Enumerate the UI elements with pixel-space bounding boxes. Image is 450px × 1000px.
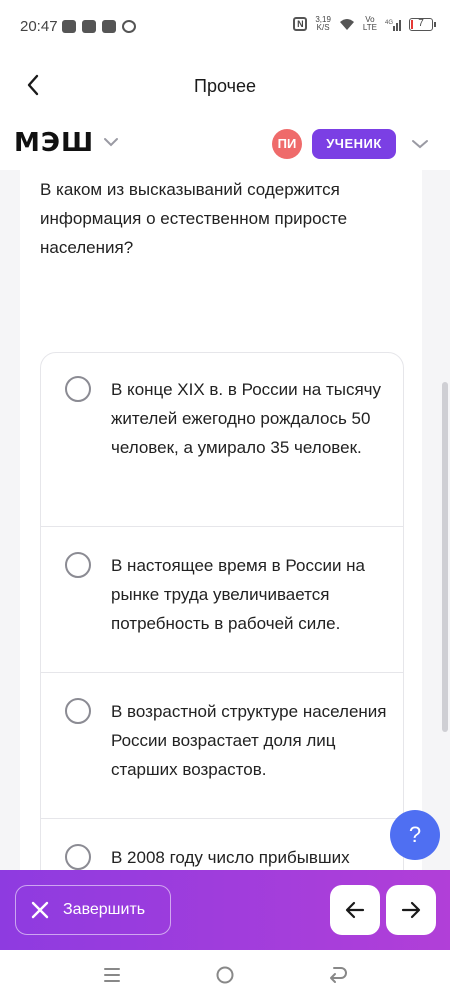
help-button[interactable]: ?: [390, 810, 440, 860]
mesh-logo: МЭШ: [14, 128, 95, 158]
menu-icon[interactable]: [100, 964, 124, 986]
finish-button-label: Завершить: [63, 901, 146, 918]
answer-option[interactable]: В возрастной структуре населения России …: [41, 673, 403, 819]
answer-option[interactable]: В конце XIX в. в России на тысячу жителе…: [41, 353, 403, 527]
signal-icon: 4G: [385, 19, 401, 31]
network-type: Vo LTE: [362, 15, 377, 32]
next-question-button[interactable]: [386, 885, 436, 935]
wifi-icon: [339, 18, 354, 30]
chevron-down-icon[interactable]: [102, 136, 120, 148]
system-back-icon[interactable]: [326, 964, 350, 986]
previous-question-button[interactable]: [330, 885, 380, 935]
brand-row: МЭШ ПИ УЧЕНИК: [0, 120, 450, 170]
app-header: Прочее: [0, 56, 450, 116]
close-icon: [31, 901, 49, 919]
bottom-action-bar: Завершить: [0, 870, 450, 950]
status-right: N 3,19 K/S Vo LTE 4G 7: [293, 16, 436, 32]
svg-text:4G: 4G: [385, 20, 393, 26]
battery-icon: 7: [409, 17, 436, 31]
notification-icons: [62, 20, 136, 33]
notification-icon: [122, 20, 136, 33]
home-icon[interactable]: [213, 964, 237, 986]
arrow-right-icon: [401, 901, 421, 919]
answer-option-text: В настоящее время в России на рынке труд…: [111, 556, 366, 633]
question-card: В каком из высказываний содержится инфор…: [20, 170, 422, 870]
answer-option-text: В конце XIX в. в России на тысячу жителе…: [111, 380, 382, 457]
page-title: Прочее: [194, 76, 256, 96]
notification-icon: [62, 20, 76, 33]
network-speed: 3,19 K/S: [315, 15, 331, 32]
answer-option[interactable]: В 2008 году число прибывших: [41, 819, 403, 870]
avatar[interactable]: ПИ: [272, 129, 302, 159]
answer-option-text: В 2008 году число прибывших: [111, 848, 350, 867]
finish-button[interactable]: Завершить: [15, 885, 171, 935]
battery-level: 7: [418, 17, 424, 29]
arrow-left-icon: [345, 901, 365, 919]
answer-option[interactable]: В настоящее время в России на рынке труд…: [41, 527, 403, 673]
answer-option-text: В возрастной структуре населения России …: [111, 702, 387, 779]
scrollbar[interactable]: [442, 382, 448, 732]
content-area: В каком из высказываний содержится инфор…: [0, 170, 450, 870]
answer-options: В конце XIX в. в России на тысячу жителе…: [40, 352, 404, 870]
radio-button[interactable]: [65, 698, 91, 724]
role-badge[interactable]: УЧЕНИК: [312, 129, 396, 159]
notification-icon: [82, 20, 96, 33]
nfc-icon: N: [293, 17, 308, 31]
chevron-down-icon[interactable]: [410, 138, 430, 150]
system-navigation-bar: [0, 950, 450, 1000]
radio-button[interactable]: [65, 376, 91, 402]
notification-icon: [102, 20, 116, 33]
status-time: 20:47: [20, 18, 58, 35]
status-bar: 20:47 N 3,19 K/S Vo LTE 4G 7: [0, 0, 450, 56]
radio-button[interactable]: [65, 552, 91, 578]
question-text: В каком из высказываний содержится инфор…: [40, 180, 348, 257]
radio-button[interactable]: [65, 844, 91, 870]
